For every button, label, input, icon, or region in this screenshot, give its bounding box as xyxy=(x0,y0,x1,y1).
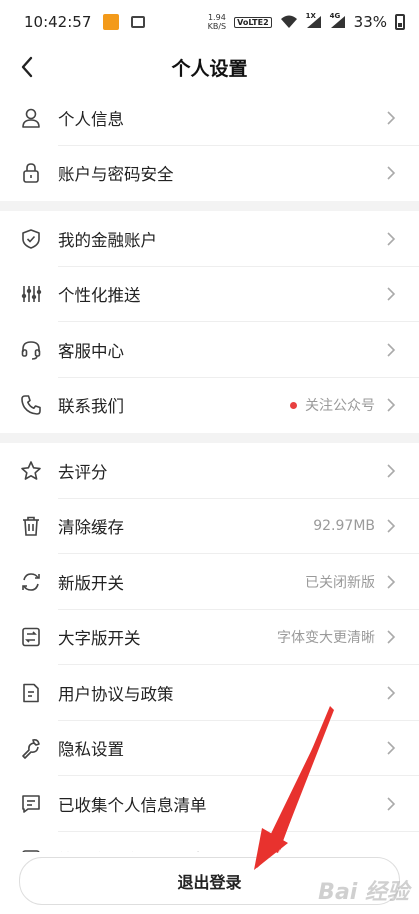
net-speed-value: 1.94 xyxy=(207,13,226,22)
sliders-icon xyxy=(19,282,43,306)
signal-4g: 4G xyxy=(329,12,346,29)
refresh-icon xyxy=(19,570,43,594)
settings-row-rate[interactable]: 去评分 xyxy=(0,443,419,499)
shield-icon xyxy=(19,227,43,251)
net-speed-unit: KB/S xyxy=(207,22,227,31)
page-title: 个人设置 xyxy=(171,57,248,80)
chevron-right-icon xyxy=(381,229,401,249)
signal-1x: 1X xyxy=(305,12,322,29)
chevron-left-icon xyxy=(21,56,33,78)
chevron-right-icon xyxy=(381,163,401,183)
row-label: 个性化推送 xyxy=(58,286,141,306)
document-icon xyxy=(19,681,43,705)
status-bar: 10:42:57 1.94 KB/S VoLTE2 1X 4G 33% xyxy=(0,0,419,44)
settings-row-customer-service[interactable]: 客服中心 xyxy=(0,322,419,378)
row-label: 新版开关 xyxy=(58,573,124,593)
app-notification-icon xyxy=(103,14,120,30)
cache-size-value: 92.97MB xyxy=(313,518,375,535)
settings-group-account: 个人信息 账户与密码安全 xyxy=(0,90,419,201)
settings-row-contact-us[interactable]: 联系我们 关注公众号 xyxy=(0,378,419,434)
settings-row-clear-cache[interactable]: 清除缓存 92.97MB xyxy=(0,499,419,555)
trash-icon xyxy=(19,514,43,538)
chevron-right-icon xyxy=(381,395,401,415)
settings-row-personal-info[interactable]: 个人信息 xyxy=(0,90,419,146)
settings-row-new-version[interactable]: 新版开关 已关闭新版 xyxy=(0,554,419,610)
chevron-right-icon xyxy=(381,794,401,814)
signal-1x-label: 1X xyxy=(305,12,316,20)
settings-row-privacy[interactable]: 隐私设置 xyxy=(0,721,419,777)
row-label: 用户协议与政策 xyxy=(58,684,174,704)
red-dot-badge xyxy=(290,401,297,409)
row-label: 账户与密码安全 xyxy=(58,165,174,185)
row-label: 清除缓存 xyxy=(58,518,124,538)
settings-row-account-security[interactable]: 账户与密码安全 xyxy=(0,146,419,202)
settings-group-services: 我的金融账户 个性化推送 客服中心 联系我们 关注公众号 xyxy=(0,211,419,433)
section-divider xyxy=(0,433,419,443)
watermark: Bai 经验 xyxy=(318,880,409,905)
settings-row-collected-info[interactable]: 已收集个人信息清单 xyxy=(0,776,419,832)
chevron-right-icon xyxy=(381,108,401,128)
settings-row-push[interactable]: 个性化推送 xyxy=(0,267,419,323)
header: 个人设置 xyxy=(0,44,419,90)
chevron-right-icon xyxy=(381,627,401,647)
settings-row-large-font[interactable]: 大字版开关 字体变大更清晰 xyxy=(0,610,419,666)
settings-row-user-agreement[interactable]: 用户协议与政策 xyxy=(0,665,419,721)
row-label: 大字版开关 xyxy=(58,629,141,649)
battery-percent: 33% xyxy=(353,13,387,31)
volte-badge: VoLTE2 xyxy=(234,16,272,28)
row-label: 已收集个人信息清单 xyxy=(58,795,207,815)
net-speed: 1.94 KB/S xyxy=(208,13,227,31)
chevron-right-icon xyxy=(381,284,401,304)
chevron-right-icon xyxy=(381,572,401,592)
contact-value: 关注公众号 xyxy=(305,398,375,415)
status-time: 10:42:57 xyxy=(24,13,92,31)
row-label: 隐私设置 xyxy=(58,740,124,760)
section-divider xyxy=(0,201,419,211)
new-version-value: 已关闭新版 xyxy=(305,574,375,591)
image-notification-icon xyxy=(131,16,146,28)
row-label: 我的金融账户 xyxy=(58,230,157,250)
large-font-value: 字体变大更清晰 xyxy=(277,630,375,647)
chevron-right-icon xyxy=(381,340,401,360)
battery-icon xyxy=(395,14,405,30)
headset-icon xyxy=(19,338,43,362)
settings-row-financial-account[interactable]: 我的金融账户 xyxy=(0,211,419,267)
lock-icon xyxy=(19,161,43,185)
chevron-right-icon xyxy=(381,461,401,481)
settings-group-general: 去评分 清除缓存 92.97MB 新版开关 已关闭新版 大字版开关 字体变大更清… xyxy=(0,443,419,887)
signal-4g-label: 4G xyxy=(329,12,341,20)
chevron-right-icon xyxy=(381,683,401,703)
row-label: 个人信息 xyxy=(58,109,124,129)
user-icon xyxy=(19,106,43,130)
row-value: 关注公众号 xyxy=(290,395,375,415)
chevron-right-icon xyxy=(381,516,401,536)
row-label: 联系我们 xyxy=(58,397,124,417)
chevron-right-icon xyxy=(381,738,401,758)
message-list-icon xyxy=(19,792,43,816)
wifi-icon xyxy=(280,15,297,28)
row-label: 去评分 xyxy=(58,462,108,482)
back-button[interactable] xyxy=(12,52,42,82)
row-label: 客服中心 xyxy=(58,341,124,361)
phone-icon xyxy=(19,393,43,417)
wrench-icon xyxy=(19,736,43,760)
font-size-icon xyxy=(19,625,43,649)
star-icon xyxy=(19,459,43,483)
